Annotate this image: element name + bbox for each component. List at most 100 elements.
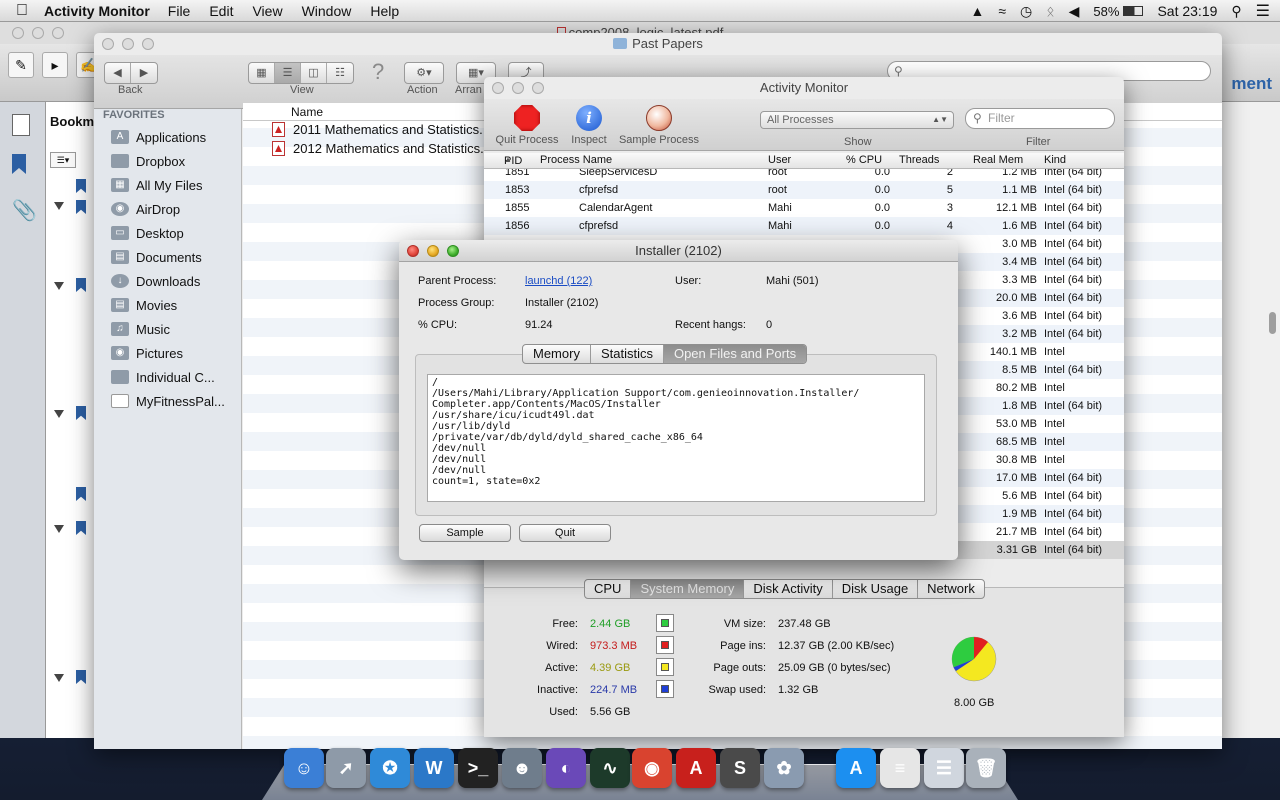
tab-statistics[interactable]: Statistics [591, 345, 664, 363]
help-icon[interactable]: ? [372, 59, 384, 85]
downloads-stack-icon[interactable]: ☰ [924, 748, 964, 788]
tab-disk-activity[interactable]: Disk Activity [744, 580, 833, 598]
quit-button[interactable]: Quit [519, 524, 611, 542]
disclosure-triangle-icon[interactable] [54, 202, 64, 210]
close-button[interactable] [492, 82, 504, 94]
sidebar-item-all-my-files[interactable]: ▦ All My Files [111, 174, 202, 196]
pdf-scroll-thumb[interactable] [1269, 312, 1276, 334]
notification-center-icon[interactable]: ☰ [1256, 1, 1270, 21]
sidebar-item-airdrop[interactable]: ◉ AirDrop [111, 198, 180, 220]
sidebar-item-movies[interactable]: ▤ Movies [111, 294, 177, 316]
zoom-button[interactable] [532, 82, 544, 94]
close-button[interactable] [407, 245, 419, 257]
tab-open-files-and-ports[interactable]: Open Files and Ports [663, 345, 807, 363]
coverflow-view-icon[interactable]: ☷ [327, 63, 353, 83]
launchpad-icon[interactable]: ➚ [326, 748, 366, 788]
menu-edit[interactable]: Edit [209, 3, 233, 19]
name-column-header[interactable]: Name [291, 105, 323, 119]
process-row[interactable]: 1853 cfprefsd root 0.0 5 1.1 MB Intel (64 bit) [484, 181, 1124, 199]
eclipse-icon[interactable]: ◐ [546, 748, 586, 788]
sample-button[interactable]: Sample [419, 524, 511, 542]
cpu-column-header[interactable]: % CPU [846, 154, 882, 166]
sidebar-item-dropbox[interactable]: Dropbox [111, 150, 185, 172]
user-column-header[interactable]: User [768, 154, 791, 166]
sample-process-button[interactable]: Sample Process [616, 105, 702, 146]
active-color-swatch[interactable] [656, 658, 674, 676]
minimize-button[interactable] [512, 82, 524, 94]
app-menu[interactable]: Activity Monitor [44, 3, 150, 19]
clock[interactable]: Sat 23:19 [1157, 3, 1217, 19]
wired-color-swatch[interactable] [656, 636, 674, 654]
terminal-icon[interactable]: >_ [458, 748, 498, 788]
chrome-icon[interactable]: ◉ [632, 748, 672, 788]
battery-percent[interactable]: 58% [1093, 4, 1119, 19]
file-row[interactable]: 2011 Mathematics and Statistics. [272, 120, 483, 139]
kind-column-header[interactable]: Kind [1044, 154, 1066, 166]
forward-arrow-icon[interactable]: ▶ [131, 63, 157, 83]
back-arrow-icon[interactable]: ◀ [105, 63, 131, 83]
sidebar-item-desktop[interactable]: ▭ Desktop [111, 222, 184, 244]
show-processes-select[interactable]: All Processes ▲▼ [760, 111, 954, 129]
spotlight-icon[interactable]: ⚲ [1231, 3, 1241, 20]
word-icon[interactable]: W [414, 748, 454, 788]
menu-view[interactable]: View [252, 3, 282, 19]
list-view-icon[interactable]: ☰ [275, 63, 301, 83]
time-machine-icon[interactable]: ◷ [1020, 3, 1032, 20]
file-row[interactable]: 2012 Mathematics and Statistics. [272, 139, 484, 158]
disclosure-triangle-icon[interactable] [54, 674, 64, 682]
pdf-scrollbar[interactable] [1220, 102, 1280, 738]
robot-app-icon[interactable]: ☻ [502, 748, 542, 788]
tab-cpu[interactable]: CPU [585, 580, 632, 598]
wifi-icon[interactable]: ≈ [998, 3, 1006, 19]
column-view-icon[interactable]: ◫ [301, 63, 327, 83]
parent-process-link[interactable]: launchd (122) [525, 275, 592, 287]
battery-icon[interactable] [1123, 6, 1144, 16]
tab-network[interactable]: Network [918, 580, 984, 598]
icon-view-icon[interactable]: ▦ [249, 63, 275, 83]
acrobat-icon[interactable]: A [676, 748, 716, 788]
pdf-export-icon[interactable]: ▸ [42, 52, 68, 78]
close-button[interactable] [12, 27, 24, 39]
menu-window[interactable]: Window [302, 3, 352, 19]
pdf-tool-icon[interactable]: ✎ [8, 52, 34, 78]
minimize-button[interactable] [32, 27, 44, 39]
zoom-button[interactable] [447, 245, 459, 257]
zoom-button[interactable] [142, 38, 154, 50]
bookmark-options-icon[interactable]: ☰▾ [50, 152, 76, 168]
process-row[interactable]: 1851 SleepServicesD root 0.0 2 1.2 MB Intel (6… [484, 169, 1124, 181]
process-row[interactable]: 1856 cfprefsd Mahi 0.0 4 1.6 MB Intel (64 bit) [484, 217, 1124, 235]
safari-icon[interactable]: ✪ [370, 748, 410, 788]
tab-system-memory[interactable]: System Memory [631, 580, 745, 598]
activity-monitor-icon[interactable]: ∿ [590, 748, 630, 788]
document-stack-icon[interactable]: ≡ [880, 748, 920, 788]
notification-icon[interactable]: ▲ [970, 3, 984, 19]
apple-menu-icon[interactable]:  [0, 2, 44, 20]
disclosure-triangle-icon[interactable] [54, 282, 64, 290]
filter-input[interactable]: ⚲ Filter [965, 108, 1115, 129]
trash-icon[interactable]: 🗑 [966, 748, 1006, 788]
gear-icon[interactable]: ⚙▾ [405, 63, 443, 83]
name-column-header[interactable]: Process Name [540, 154, 612, 166]
sidebar-item-downloads[interactable]: ↓ Downloads [111, 270, 200, 292]
disclosure-triangle-icon[interactable] [54, 410, 64, 418]
zoom-button[interactable] [52, 27, 64, 39]
minimize-button[interactable] [122, 38, 134, 50]
process-row[interactable]: 1855 CalendarAgent Mahi 0.0 3 12.1 MB Intel (6… [484, 199, 1124, 217]
inactive-color-swatch[interactable] [656, 680, 674, 698]
photos-icon[interactable]: ✿ [764, 748, 804, 788]
app-store-icon[interactable]: A [836, 748, 876, 788]
sidebar-item-music[interactable]: ♫ Music [111, 318, 170, 340]
bookmarks-tab[interactable]: Bookm [50, 114, 94, 129]
volume-icon[interactable]: ◀ [1069, 3, 1080, 20]
open-files-list[interactable]: / /Users/Mahi/Library/Application Suppor… [427, 374, 925, 502]
sidebar-item-documents[interactable]: ▤ Documents [111, 246, 202, 268]
quit-process-button[interactable]: Quit Process [492, 105, 562, 146]
sublime-icon[interactable]: S [720, 748, 760, 788]
sidebar-item-myfitnesspal[interactable]: MyFitnessPal... [111, 390, 225, 412]
menu-file[interactable]: File [168, 3, 191, 19]
sidebar-item-pictures[interactable]: ◉ Pictures [111, 342, 183, 364]
inspect-button[interactable]: i Inspect [566, 105, 612, 146]
threads-column-header[interactable]: Threads [899, 154, 939, 166]
menu-help[interactable]: Help [370, 3, 399, 19]
tab-memory[interactable]: Memory [523, 345, 591, 363]
